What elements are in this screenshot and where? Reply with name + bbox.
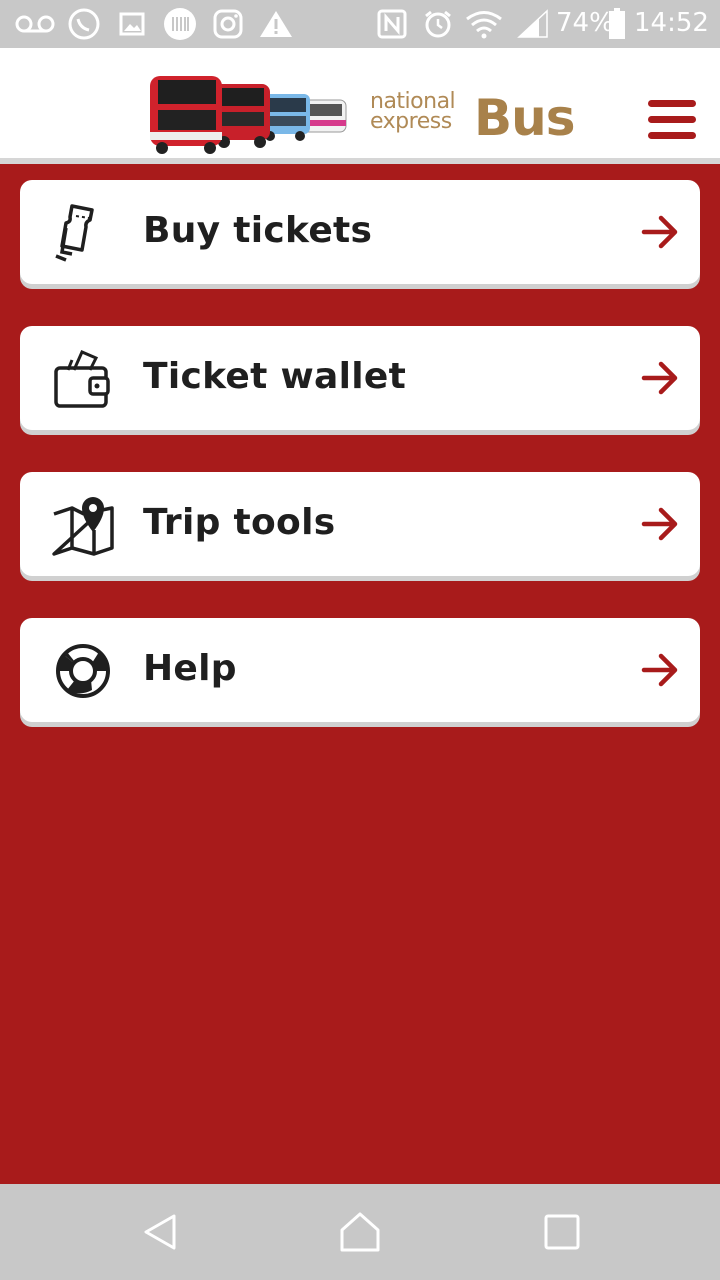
home-icon (340, 1212, 380, 1252)
warning-icon (258, 6, 294, 42)
arrow-right-icon (640, 650, 680, 690)
menu-item-trip-tools[interactable]: Trip tools (20, 472, 700, 576)
menu-item-buy-tickets[interactable]: Buy tickets (20, 180, 700, 284)
arrow-right-icon (640, 358, 680, 398)
nfc-icon (376, 6, 408, 42)
wallet-icon (52, 348, 114, 410)
buses-logo-image (148, 72, 353, 159)
menu-item-label: Buy tickets (143, 210, 373, 251)
alarm-icon (422, 6, 454, 42)
arrow-right-icon (640, 212, 680, 252)
recents-button[interactable] (542, 1212, 582, 1252)
wifi-icon (464, 6, 504, 42)
recents-icon (544, 1214, 580, 1250)
battery-percent: 74% (556, 8, 614, 38)
whatsapp-icon (66, 6, 102, 42)
barcode-icon (162, 6, 198, 42)
battery-icon (607, 6, 627, 42)
hamburger-menu-button[interactable] (648, 100, 696, 140)
system-nav-bar (0, 1184, 720, 1280)
app-header (0, 48, 720, 158)
brand-bus-word: Bus (474, 89, 575, 147)
menu-item-label: Ticket wallet (143, 356, 407, 397)
voicemail-icon (14, 6, 56, 42)
hamburger-icon-bar (648, 116, 696, 123)
map-pin-icon (52, 494, 114, 556)
clock: 14:52 (634, 8, 709, 38)
hamburger-icon (648, 100, 696, 107)
home-button[interactable] (340, 1212, 380, 1252)
back-button[interactable] (140, 1212, 180, 1252)
arrow-right-icon (640, 504, 680, 544)
menu-item-help[interactable]: Help (20, 618, 700, 722)
brand-wordmark: national express (370, 91, 456, 134)
menu-item-label: Help (143, 648, 237, 689)
menu-item-ticket-wallet[interactable]: Ticket wallet (20, 326, 700, 430)
menu-item-label: Trip tools (143, 502, 336, 543)
status-bar: 74% 14:52 (0, 0, 720, 48)
image-icon (118, 6, 146, 42)
instagram-icon (212, 6, 244, 42)
header-divider (0, 158, 720, 164)
hamburger-icon-bar (648, 132, 696, 139)
lifebuoy-icon (52, 640, 114, 702)
brand-line-express: express (370, 109, 452, 134)
back-icon (144, 1214, 176, 1250)
signal-icon (516, 6, 550, 42)
ticket-icon (52, 202, 114, 264)
